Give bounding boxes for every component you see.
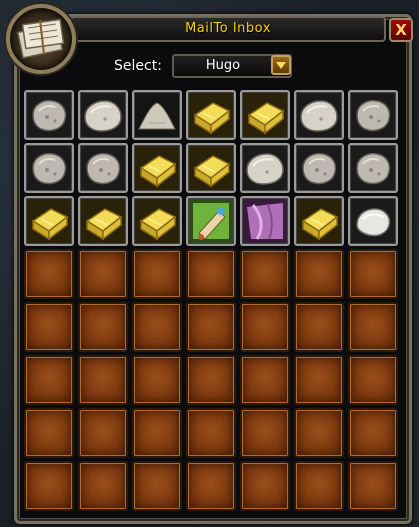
empty-inventory-slot[interactable] <box>24 355 74 405</box>
inventory-slot[interactable] <box>294 90 344 140</box>
empty-inventory-slot[interactable] <box>348 249 398 299</box>
empty-inventory-slot[interactable] <box>294 408 344 458</box>
inventory-slot[interactable] <box>132 196 182 246</box>
inventory-slot[interactable] <box>186 143 236 193</box>
inventory-slot[interactable] <box>294 143 344 193</box>
empty-inventory-slot[interactable] <box>294 355 344 405</box>
empty-inventory-slot[interactable] <box>132 302 182 352</box>
inventory-slot[interactable] <box>78 90 128 140</box>
inventory-slot[interactable] <box>24 143 74 193</box>
empty-inventory-slot[interactable] <box>186 461 236 511</box>
inventory-slot[interactable] <box>348 143 398 193</box>
select-label: Select: <box>114 58 162 74</box>
empty-inventory-slot[interactable] <box>294 461 344 511</box>
dropdown-arrow-icon[interactable] <box>271 55 291 75</box>
inventory-slot[interactable] <box>24 196 74 246</box>
empty-inventory-slot[interactable] <box>24 302 74 352</box>
inventory-slot[interactable] <box>240 90 290 140</box>
empty-inventory-slot[interactable] <box>132 461 182 511</box>
empty-inventory-slot[interactable] <box>294 302 344 352</box>
empty-inventory-slot[interactable] <box>78 249 128 299</box>
empty-inventory-slot[interactable] <box>348 355 398 405</box>
close-button[interactable]: X <box>389 18 413 42</box>
window-title: MailTo Inbox <box>185 21 271 36</box>
inventory-slot[interactable] <box>78 143 128 193</box>
inventory-slot[interactable] <box>348 90 398 140</box>
inventory-slot[interactable] <box>78 196 128 246</box>
empty-inventory-slot[interactable] <box>132 408 182 458</box>
character-dropdown-value: Hugo <box>205 58 241 73</box>
empty-inventory-slot[interactable] <box>186 302 236 352</box>
mail-package-icon <box>6 4 76 74</box>
empty-inventory-slot[interactable] <box>348 302 398 352</box>
inventory-slot[interactable] <box>132 90 182 140</box>
empty-inventory-slot[interactable] <box>240 355 290 405</box>
empty-inventory-slot[interactable] <box>24 408 74 458</box>
inventory-slot[interactable] <box>132 143 182 193</box>
empty-inventory-slot[interactable] <box>132 355 182 405</box>
empty-inventory-slot[interactable] <box>240 461 290 511</box>
empty-inventory-slot[interactable] <box>240 249 290 299</box>
empty-inventory-slot[interactable] <box>348 461 398 511</box>
empty-inventory-slot[interactable] <box>186 249 236 299</box>
inventory-grid <box>24 90 398 511</box>
empty-inventory-slot[interactable] <box>24 461 74 511</box>
empty-inventory-slot[interactable] <box>78 302 128 352</box>
empty-inventory-slot[interactable] <box>348 408 398 458</box>
empty-inventory-slot[interactable] <box>78 408 128 458</box>
empty-inventory-slot[interactable] <box>294 249 344 299</box>
inventory-slot[interactable] <box>186 90 236 140</box>
inventory-slot[interactable] <box>240 143 290 193</box>
empty-inventory-slot[interactable] <box>186 355 236 405</box>
empty-inventory-slot[interactable] <box>24 249 74 299</box>
empty-inventory-slot[interactable] <box>186 408 236 458</box>
empty-inventory-slot[interactable] <box>78 461 128 511</box>
inventory-slot[interactable] <box>186 196 236 246</box>
empty-inventory-slot[interactable] <box>132 249 182 299</box>
inventory-slot[interactable] <box>240 196 290 246</box>
inventory-slot[interactable] <box>348 196 398 246</box>
empty-inventory-slot[interactable] <box>240 302 290 352</box>
empty-inventory-slot[interactable] <box>240 408 290 458</box>
empty-inventory-slot[interactable] <box>78 355 128 405</box>
inventory-slot[interactable] <box>24 90 74 140</box>
inventory-slot[interactable] <box>294 196 344 246</box>
